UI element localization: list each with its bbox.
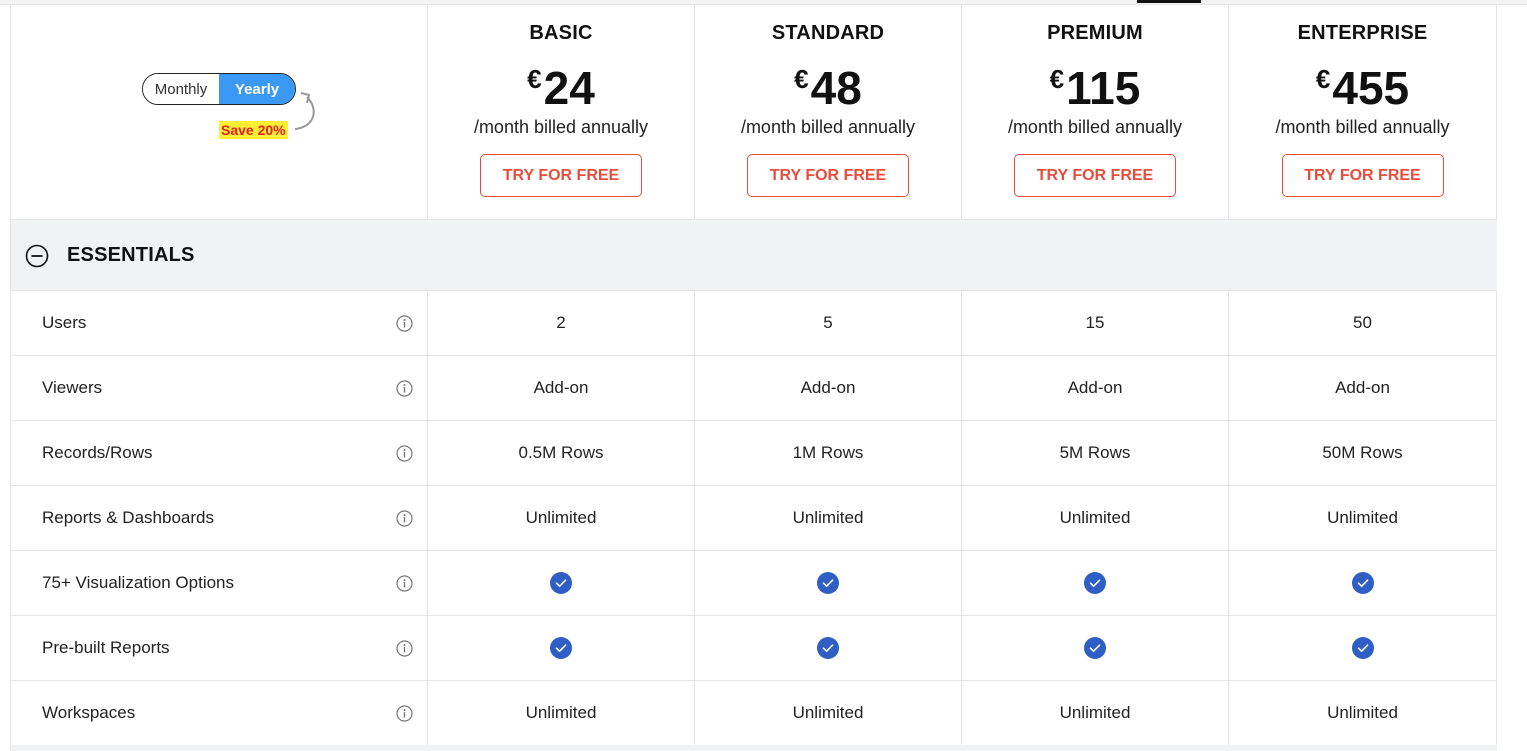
check-icon bbox=[817, 637, 839, 659]
feature-value: Unlimited bbox=[428, 486, 695, 550]
plan-billing: /month billed annually bbox=[473, 117, 649, 137]
info-icon[interactable] bbox=[396, 705, 413, 722]
check-icon bbox=[1351, 572, 1374, 594]
feature-label: 75+ Visualization Options bbox=[42, 573, 235, 592]
plan-billing: /month billed annually bbox=[740, 117, 916, 137]
plan-enterprise: ENTERPRISE €455 /month billed annually T… bbox=[1229, 5, 1496, 220]
feature-value: Add-on bbox=[1335, 378, 1390, 397]
info-icon[interactable] bbox=[396, 575, 413, 592]
feature-label-cell: Users bbox=[11, 291, 428, 355]
plan-price: €115 bbox=[1049, 62, 1141, 114]
curved-arrow-icon bbox=[294, 92, 315, 130]
feature-value: 0.5M Rows bbox=[428, 421, 695, 485]
toggle-monthly[interactable]: Monthly bbox=[143, 74, 219, 104]
check-icon bbox=[550, 572, 572, 594]
plan-name: PREMIUM bbox=[1047, 22, 1143, 44]
feature-value-included bbox=[695, 551, 962, 615]
try-for-free-button[interactable]: TRY FOR FREE bbox=[747, 154, 909, 197]
feature-label: Viewers bbox=[42, 378, 103, 397]
pricing-table: Monthly Yearly Save 20% BASIC €24 /month… bbox=[10, 5, 1497, 751]
feature-value-included bbox=[1229, 551, 1496, 615]
feature-value-included bbox=[428, 616, 695, 680]
feature-row: Records/Rows 0.5M Rows 1M Rows 5M Rows 50M R… bbox=[11, 421, 1497, 486]
plan-basic: BASIC €24 /month billed annually TRY FOR… bbox=[428, 5, 695, 220]
feature-value: 50M Rows bbox=[1322, 443, 1403, 462]
feature-value: Unlimited bbox=[695, 486, 962, 550]
info-icon[interactable] bbox=[396, 510, 413, 527]
feature-label: Workspaces bbox=[42, 703, 136, 722]
feature-value: Unlimited bbox=[695, 681, 962, 745]
feature-label-cell: 75+ Visualization Options bbox=[11, 551, 428, 615]
feature-value: 5M Rows bbox=[962, 421, 1229, 485]
feature-value: Unlimited bbox=[1327, 508, 1398, 527]
next-section-strip bbox=[11, 745, 1497, 751]
plan-billing: /month billed annually bbox=[1007, 117, 1183, 137]
feature-value: 2 bbox=[428, 291, 695, 355]
feature-value: 15 bbox=[962, 291, 1229, 355]
section-title: ESSENTIALS bbox=[67, 244, 195, 266]
feature-label-cell: Viewers bbox=[11, 356, 428, 420]
try-for-free-button[interactable]: TRY FOR FREE bbox=[1281, 154, 1444, 197]
feature-value-included bbox=[962, 616, 1229, 680]
plan-name: ENTERPRISE bbox=[1297, 22, 1428, 44]
feature-value: 1M Rows bbox=[695, 421, 962, 485]
feature-row: Workspaces Unlimited Unlimited Unlimited Unl… bbox=[11, 681, 1497, 746]
plan-name: STANDARD bbox=[771, 22, 885, 44]
plan-standard: STANDARD €48 /month billed annually TRY … bbox=[695, 5, 962, 220]
feature-label-cell: Records/Rows bbox=[11, 421, 428, 485]
feature-row: 75+ Visualization Options bbox=[11, 551, 1497, 616]
feature-label: Reports & Dashboards bbox=[42, 508, 214, 527]
billing-toggle-cell: Monthly Yearly Save 20% bbox=[11, 5, 428, 220]
check-icon bbox=[1351, 637, 1374, 659]
check-icon bbox=[550, 637, 572, 659]
info-icon[interactable] bbox=[396, 380, 413, 397]
feature-label: Records/Rows bbox=[42, 443, 153, 462]
info-icon[interactable] bbox=[396, 445, 413, 462]
pricing-header: Monthly Yearly Save 20% BASIC €24 /month… bbox=[11, 5, 1497, 220]
collapse-minus-icon[interactable] bbox=[25, 244, 49, 268]
plan-billing: /month billed annually bbox=[1275, 117, 1450, 137]
feature-row: Reports & Dashboards Unlimited Unlimited Un… bbox=[11, 486, 1497, 551]
feature-row: Users 2 5 15 50 bbox=[11, 291, 1497, 356]
plan-premium: PREMIUM €115 /month billed annually TRY … bbox=[962, 5, 1229, 220]
feature-label: Pre-built Reports bbox=[42, 638, 170, 657]
feature-label: Users bbox=[42, 313, 87, 332]
section-essentials[interactable]: ESSENTIALS bbox=[11, 220, 1497, 291]
feature-value-included bbox=[962, 551, 1229, 615]
feature-row: Pre-built Reports bbox=[11, 616, 1497, 681]
feature-value: 50 bbox=[1353, 313, 1372, 332]
info-icon[interactable] bbox=[396, 640, 413, 657]
feature-value: Unlimited bbox=[428, 681, 695, 745]
check-icon bbox=[1084, 572, 1106, 594]
feature-label-cell: Pre-built Reports bbox=[11, 616, 428, 680]
plan-price: €48 bbox=[794, 62, 862, 114]
try-for-free-button[interactable]: TRY FOR FREE bbox=[480, 154, 642, 197]
feature-value: Unlimited bbox=[1327, 703, 1398, 722]
feature-label-cell: Reports & Dashboards bbox=[11, 486, 428, 550]
feature-value-included bbox=[1229, 616, 1496, 680]
feature-value: Add-on bbox=[695, 356, 962, 420]
feature-label-cell: Workspaces bbox=[11, 681, 428, 745]
plan-name: BASIC bbox=[529, 22, 593, 44]
plan-price: €455 bbox=[1315, 62, 1410, 114]
feature-value-included bbox=[428, 551, 695, 615]
try-for-free-button[interactable]: TRY FOR FREE bbox=[1014, 154, 1176, 197]
check-icon bbox=[817, 572, 839, 594]
feature-row: Viewers Add-on Add-on Add-on Add-on bbox=[11, 356, 1497, 421]
toggle-yearly[interactable]: Yearly bbox=[219, 74, 295, 104]
check-icon bbox=[1084, 637, 1106, 659]
info-icon[interactable] bbox=[396, 315, 413, 332]
feature-value: Add-on bbox=[428, 356, 695, 420]
feature-value: Unlimited bbox=[962, 681, 1229, 745]
feature-value: 5 bbox=[695, 291, 962, 355]
feature-value: Unlimited bbox=[962, 486, 1229, 550]
feature-value-included bbox=[695, 616, 962, 680]
billing-toggle[interactable]: Monthly Yearly bbox=[142, 73, 296, 105]
save-badge: Save 20% bbox=[219, 121, 288, 139]
active-tab-marker bbox=[1137, 0, 1201, 3]
plan-price: €24 bbox=[527, 62, 595, 114]
feature-value: Add-on bbox=[962, 356, 1229, 420]
